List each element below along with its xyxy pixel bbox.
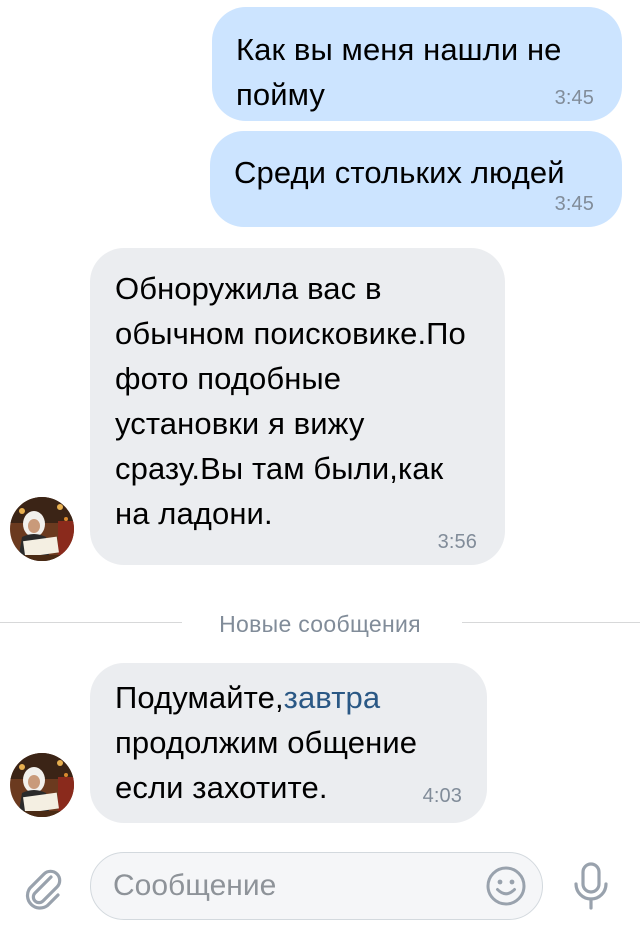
avatar-photo (10, 497, 74, 561)
message-text: Обноружила вас в обычном поисковике.По ф… (115, 271, 466, 531)
message-text-end: продолжим общение если захотите. (115, 725, 418, 805)
message-text-start: Подумайте, (115, 680, 284, 715)
attach-button[interactable] (20, 864, 66, 910)
avatar-photo (10, 753, 74, 817)
message-time: 3:56 (437, 531, 477, 553)
message-text: Подумайте,завтра продолжим общение если … (115, 675, 467, 810)
divider-label: Новые сообщения (219, 611, 421, 637)
message-text: Как вы меня нашли не пойму (236, 32, 562, 112)
message-time: 3:45 (554, 193, 594, 215)
message-link[interactable]: завтра (284, 680, 381, 715)
sender-avatar[interactable] (10, 753, 74, 817)
outgoing-message[interactable]: Среди стольких людей 3:45 (210, 131, 622, 227)
incoming-message[interactable]: Обноружила вас в обычном поисковике.По ф… (90, 248, 505, 565)
voice-message-button[interactable] (568, 860, 614, 912)
microphone-icon (574, 862, 608, 910)
message-input-box[interactable] (90, 852, 543, 920)
divider-line-right (462, 622, 640, 623)
paperclip-icon (25, 869, 62, 910)
sender-avatar[interactable] (10, 497, 74, 561)
new-messages-divider: Новые сообщения (0, 604, 640, 642)
smiley-icon (486, 866, 526, 906)
message-time: 3:45 (554, 87, 594, 109)
emoji-button[interactable] (485, 865, 527, 907)
message-composer (0, 836, 640, 934)
outgoing-message[interactable]: Как вы меня нашли не пойму 3:45 (212, 7, 622, 121)
message-text: Среди стольких людей (234, 155, 565, 190)
message-input[interactable] (113, 863, 473, 909)
incoming-message[interactable]: Подумайте,завтра продолжим общение если … (90, 663, 487, 823)
message-time: 4:03 (422, 785, 462, 807)
